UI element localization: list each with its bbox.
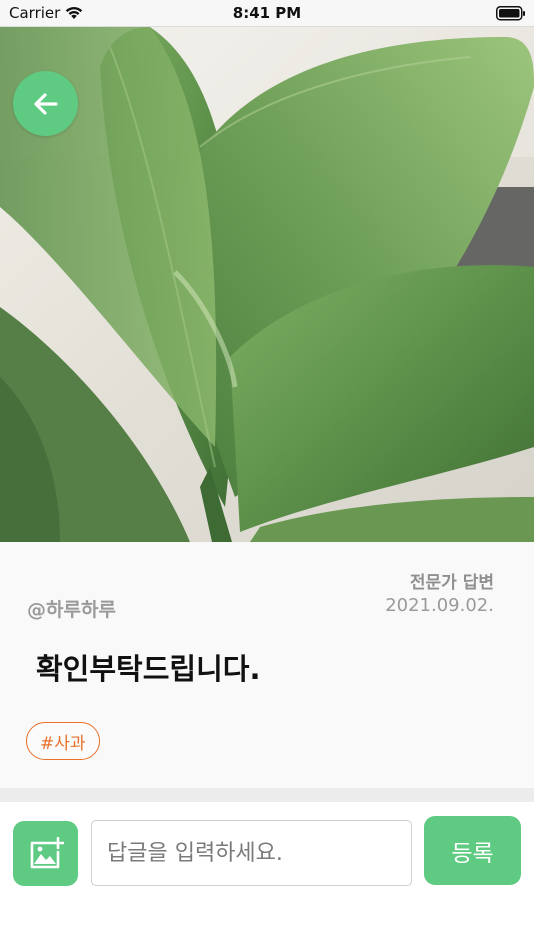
expert-answer-label: 전문가 답변 — [409, 573, 494, 593]
post-info-panel: 전문가 답변 @하루하루 2021.09.02. 확인부탁드립니다. #사과 — [0, 542, 534, 788]
tag-chip[interactable]: #사과 — [26, 722, 100, 760]
back-button[interactable] — [13, 71, 78, 136]
section-divider — [0, 788, 534, 802]
post-photo — [0, 27, 534, 542]
arrow-left-icon — [33, 92, 58, 115]
status-time: 8:41 PM — [232, 4, 302, 22]
post-title: 확인부탁드립니다. — [36, 652, 261, 686]
battery-icon — [496, 6, 525, 21]
author-name: @하루하루 — [27, 599, 116, 621]
submit-reply-button[interactable]: 등록 — [424, 816, 521, 885]
reply-input[interactable] — [91, 820, 412, 886]
post-date: 2021.09.02. — [385, 595, 494, 616]
image-add-icon — [30, 836, 64, 868]
status-bar: Carrier 8:41 PM — [0, 0, 534, 27]
reply-bar: 등록 — [0, 802, 534, 950]
attach-image-button[interactable] — [13, 821, 78, 886]
